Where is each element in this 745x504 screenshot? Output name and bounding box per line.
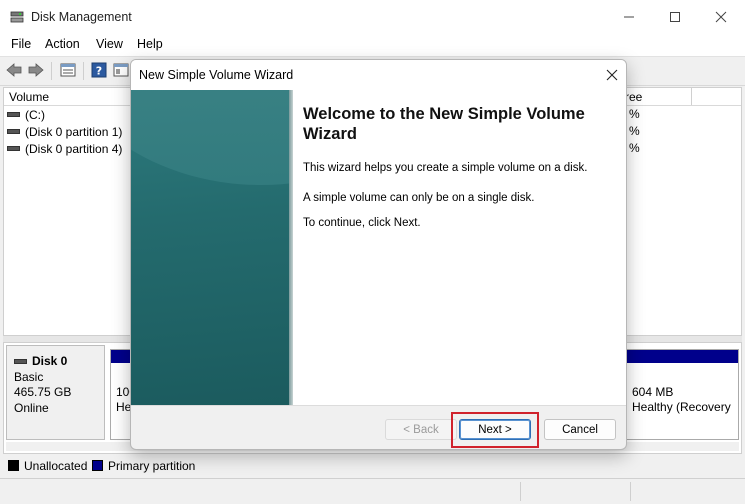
disk-size: 465.75 GB: [14, 385, 72, 399]
toolbar-separator: [51, 62, 52, 80]
volume-row[interactable]: (C:): [7, 106, 45, 123]
close-icon: [715, 11, 727, 23]
legend: Unallocated Primary partition: [0, 455, 745, 477]
volume-row[interactable]: (Disk 0 partition 1): [7, 123, 122, 140]
new-simple-volume-wizard-dialog: New Simple Volume Wizard Welcome to the …: [130, 59, 627, 450]
wizard-banner-image: [131, 90, 289, 405]
primary-partition-swatch: [92, 460, 103, 471]
wizard-description: This wizard helps you create a simple vo…: [303, 162, 588, 174]
disk-info-box[interactable]: Disk 0 Basic 465.75 GB Online: [6, 345, 105, 440]
disk-name: Disk 0: [32, 354, 68, 368]
wizard-description: A simple volume can only be on a single …: [303, 192, 535, 204]
back-button[interactable]: < Back: [385, 419, 457, 440]
volume-free-pct: %: [629, 107, 640, 121]
primary-partition-bar: [627, 350, 738, 363]
column-header-volume[interactable]: Volume: [9, 90, 49, 104]
drive-icon: [7, 129, 20, 134]
dialog-title-bar: New Simple Volume Wizard: [131, 60, 626, 90]
status-divider: [630, 482, 631, 501]
menu-action[interactable]: Action: [45, 37, 80, 51]
properties-button[interactable]: [59, 61, 77, 79]
drive-icon: [7, 112, 20, 117]
volume-free-pct: %: [629, 124, 640, 138]
drive-icon: [7, 146, 20, 151]
drive-icon: [14, 358, 27, 364]
status-divider: [520, 482, 521, 501]
svg-text:?: ?: [96, 65, 102, 78]
forward-arrow-icon: [28, 63, 44, 77]
menu-bar: File Action View Help: [0, 34, 745, 56]
legend-unallocated: Unallocated: [24, 459, 88, 473]
forward-button[interactable]: [27, 61, 45, 79]
partition-size: 604 MB: [632, 385, 674, 399]
volume-name: (C:): [25, 107, 45, 122]
recovery-partition-block[interactable]: 604 MB Healthy (Recovery: [626, 349, 739, 440]
banner-arc: [131, 90, 289, 185]
column-divider[interactable]: [691, 88, 692, 105]
wizard-instruction: To continue, click Next.: [303, 217, 421, 229]
toolbar-separator: [83, 62, 84, 80]
volume-free-pct: %: [629, 141, 640, 155]
disk-type: Basic: [14, 370, 44, 384]
menu-file[interactable]: File: [11, 37, 31, 51]
maximize-icon: [670, 12, 680, 22]
unallocated-swatch: [8, 460, 19, 471]
minimize-button[interactable]: [606, 0, 652, 34]
disk-name-row: Disk 0: [14, 354, 67, 368]
title-bar: Disk Management: [0, 0, 745, 34]
console-button[interactable]: [112, 61, 130, 79]
minimize-icon: [624, 16, 634, 18]
console-icon: [113, 63, 129, 77]
dialog-close-button[interactable]: [598, 60, 626, 90]
menu-help[interactable]: Help: [137, 37, 163, 51]
legend-primary-partition: Primary partition: [108, 459, 196, 473]
disk-management-icon: [10, 11, 24, 23]
disk-status: Online: [14, 401, 49, 415]
wizard-heading: Welcome to the New Simple Volume Wizard: [303, 105, 585, 143]
next-button-highlight: [451, 412, 539, 448]
column-header-free[interactable]: ree: [625, 90, 642, 104]
status-bar: [0, 478, 745, 504]
cancel-button[interactable]: Cancel: [544, 419, 616, 440]
help-icon: ?: [91, 62, 107, 78]
dialog-footer-divider: [131, 405, 626, 406]
volume-name: (Disk 0 partition 4): [25, 141, 123, 156]
wizard-content: Welcome to the New Simple Volume Wizard …: [293, 90, 626, 405]
volume-name: (Disk 0 partition 1): [25, 124, 123, 139]
back-arrow-icon: [6, 63, 22, 77]
volume-row[interactable]: (Disk 0 partition 4): [7, 140, 122, 157]
properties-icon: [60, 63, 76, 77]
dialog-title: New Simple Volume Wizard: [139, 68, 294, 82]
menu-view[interactable]: View: [96, 37, 123, 51]
window-title: Disk Management: [31, 10, 132, 24]
close-button[interactable]: [698, 0, 744, 34]
back-button[interactable]: [5, 61, 23, 79]
partition-status: Healthy (Recovery: [632, 400, 731, 414]
maximize-button[interactable]: [652, 0, 698, 34]
close-icon: [606, 69, 618, 81]
help-button[interactable]: ?: [90, 61, 108, 79]
